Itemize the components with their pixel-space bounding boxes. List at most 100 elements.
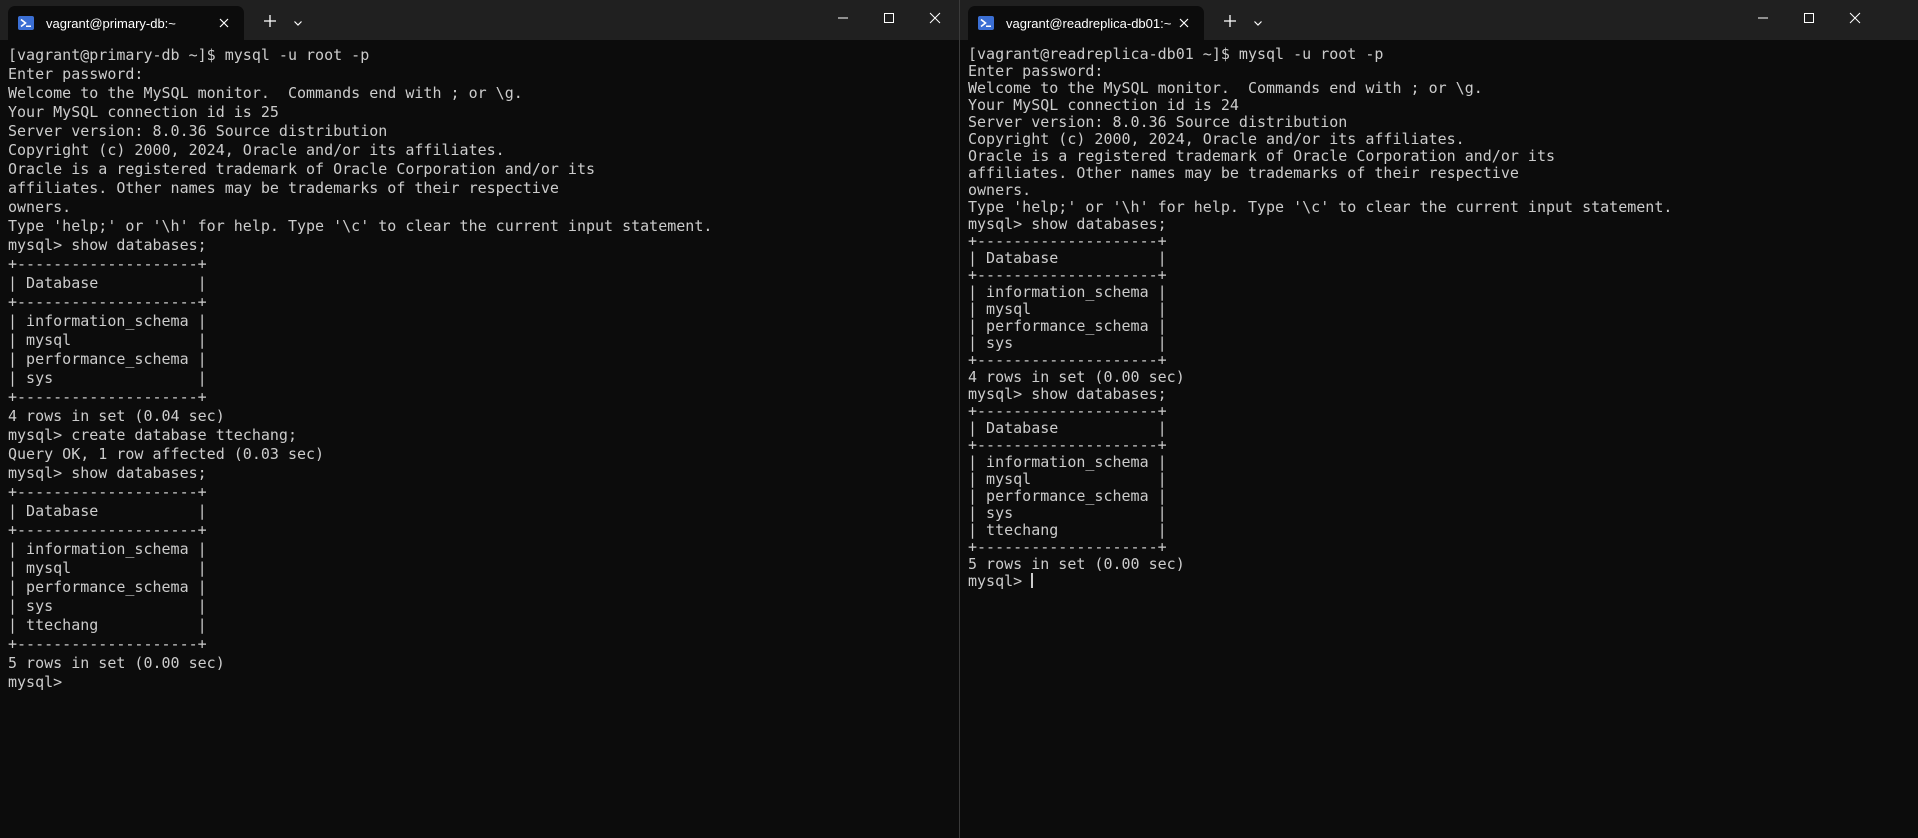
title-bar[interactable]: vagrant@primary-db:~ [0, 0, 959, 40]
title-bar[interactable]: vagrant@readreplica-db01:~ [960, 0, 1918, 40]
terminal-line: | sys | [8, 369, 959, 388]
terminal-line-text: Enter password: [968, 62, 1104, 80]
new-tab-button[interactable] [256, 8, 284, 36]
window-close-button[interactable] [1832, 0, 1878, 36]
terminal-line: affiliates. Other names may be trademark… [8, 179, 959, 198]
terminal-line-text: +--------------------+ [968, 266, 1167, 284]
terminal-line-text: +--------------------+ [8, 521, 207, 539]
tab-readreplica-db01[interactable]: vagrant@readreplica-db01:~ [968, 6, 1204, 40]
terminal-line: | performance_schema | [968, 318, 1918, 335]
terminal-line-text: +--------------------+ [8, 635, 207, 653]
terminal-line: owners. [968, 182, 1918, 199]
terminal-line-text: | mysql | [968, 300, 1167, 318]
terminal-line: | mysql | [968, 471, 1918, 488]
powershell-icon [18, 16, 34, 30]
chevron-down-icon [293, 13, 303, 32]
minimize-button[interactable] [1740, 0, 1786, 36]
chevron-down-icon [1253, 13, 1263, 32]
maximize-button[interactable] [1786, 0, 1832, 36]
terminal-line-text: Copyright (c) 2000, 2024, Oracle and/or … [968, 130, 1465, 148]
terminal-line: 5 rows in set (0.00 sec) [8, 654, 959, 673]
terminal-output[interactable]: [vagrant@primary-db ~]$ mysql -u root -p… [8, 46, 959, 692]
terminal-line: | mysql | [8, 331, 959, 350]
plus-icon [1223, 13, 1237, 32]
terminal-line-text: mysql> show databases; [8, 236, 207, 254]
terminal-line-text: +--------------------+ [968, 232, 1167, 250]
terminal-line-text: mysql> [968, 572, 1032, 590]
terminal-line-text: [vagrant@primary-db ~]$ mysql -u root -p [8, 46, 370, 64]
terminal-line: | sys | [8, 597, 959, 616]
terminal-line: mysql> [8, 673, 959, 692]
terminal-line-text: | ttechang | [8, 616, 207, 634]
terminal-line-text: | ttechang | [968, 521, 1167, 539]
terminal-line-text: Server version: 8.0.36 Source distributi… [968, 113, 1348, 131]
terminal-line: mysql> create database ttechang; [8, 426, 959, 445]
terminal-line-text: mysql> show databases; [968, 215, 1167, 233]
powershell-icon [978, 16, 994, 30]
terminal-line: +--------------------+ [968, 437, 1918, 454]
terminal-line-text: | information_schema | [8, 540, 207, 558]
tab-dropdown-button[interactable] [1244, 8, 1272, 36]
terminal-line: | ttechang | [968, 522, 1918, 539]
terminal-line-text: +--------------------+ [8, 255, 207, 273]
tab-title: vagrant@primary-db:~ [46, 15, 176, 31]
minimize-button[interactable] [820, 0, 866, 36]
terminal-line-text: | performance_schema | [8, 350, 207, 368]
text-cursor [1031, 573, 1034, 588]
terminal-line: mysql> show databases; [8, 464, 959, 483]
terminal-line-text: mysql> [8, 673, 63, 691]
terminal-line-text: affiliates. Other names may be trademark… [8, 179, 559, 197]
tab-dropdown-button[interactable] [284, 8, 312, 36]
terminal-line: +--------------------+ [968, 539, 1918, 556]
tab-primary-db[interactable]: vagrant@primary-db:~ [8, 6, 244, 40]
terminal-line-text: +--------------------+ [968, 538, 1167, 556]
terminal-line: | sys | [968, 505, 1918, 522]
terminal-line-text: 4 rows in set (0.00 sec) [968, 368, 1185, 386]
terminal-line: Enter password: [8, 65, 959, 84]
terminal-line: 5 rows in set (0.00 sec) [968, 556, 1918, 573]
terminal-line: +--------------------+ [8, 255, 959, 274]
new-tab-button[interactable] [1216, 8, 1244, 36]
terminal-line: | performance_schema | [8, 350, 959, 369]
terminal-line: | information_schema | [968, 284, 1918, 301]
terminal-output[interactable]: [vagrant@readreplica-db01 ~]$ mysql -u r… [968, 46, 1918, 590]
terminal-line-text: | Database | [8, 502, 207, 520]
terminal-line-text: +--------------------+ [968, 351, 1167, 369]
terminal-line-text: | sys | [968, 504, 1167, 522]
terminal-line-text: | sys | [8, 597, 207, 615]
terminal-line-text: | performance_schema | [8, 578, 207, 596]
terminal-line-text: | sys | [968, 334, 1167, 352]
terminal-line: Welcome to the MySQL monitor. Commands e… [8, 84, 959, 103]
terminal-line-text: Query OK, 1 row affected (0.03 sec) [8, 445, 325, 463]
terminal-line: Your MySQL connection id is 24 [968, 97, 1918, 114]
maximize-button[interactable] [866, 0, 912, 36]
terminal-line: +--------------------+ [8, 483, 959, 502]
terminal-line-text: mysql> show databases; [968, 385, 1167, 403]
terminal-line-text: Welcome to the MySQL monitor. Commands e… [8, 84, 523, 102]
terminal-line: +--------------------+ [8, 293, 959, 312]
window-close-button[interactable] [912, 0, 958, 36]
terminal-line-text: | sys | [8, 369, 207, 387]
terminal-line-text: 5 rows in set (0.00 sec) [968, 555, 1185, 573]
terminal-line: +--------------------+ [968, 233, 1918, 250]
terminal-line: +--------------------+ [8, 388, 959, 407]
terminal-line: +--------------------+ [968, 352, 1918, 369]
terminal-line-text: | Database | [8, 274, 207, 292]
terminal-line: affiliates. Other names may be trademark… [968, 165, 1918, 182]
terminal-line-text: | mysql | [8, 559, 207, 577]
terminal-line-text: mysql> show databases; [8, 464, 207, 482]
terminal-line: Oracle is a registered trademark of Orac… [8, 160, 959, 179]
terminal-line: mysql> show databases; [968, 386, 1918, 403]
close-icon[interactable] [1172, 11, 1196, 35]
terminal-line-text: Copyright (c) 2000, 2024, Oracle and/or … [8, 141, 505, 159]
close-icon[interactable] [212, 11, 236, 35]
minimize-icon [837, 9, 849, 28]
terminal-line: Enter password: [968, 63, 1918, 80]
terminal-line-text: | mysql | [8, 331, 207, 349]
terminal-line-text: Server version: 8.0.36 Source distributi… [8, 122, 388, 140]
terminal-line: Welcome to the MySQL monitor. Commands e… [968, 80, 1918, 97]
terminal-line-text: +--------------------+ [968, 402, 1167, 420]
terminal-line: | information_schema | [8, 540, 959, 559]
desktop: vagrant@primary-db:~ [vagrant@primary-db… [0, 0, 1918, 838]
terminal-line-text: 5 rows in set (0.00 sec) [8, 654, 225, 672]
